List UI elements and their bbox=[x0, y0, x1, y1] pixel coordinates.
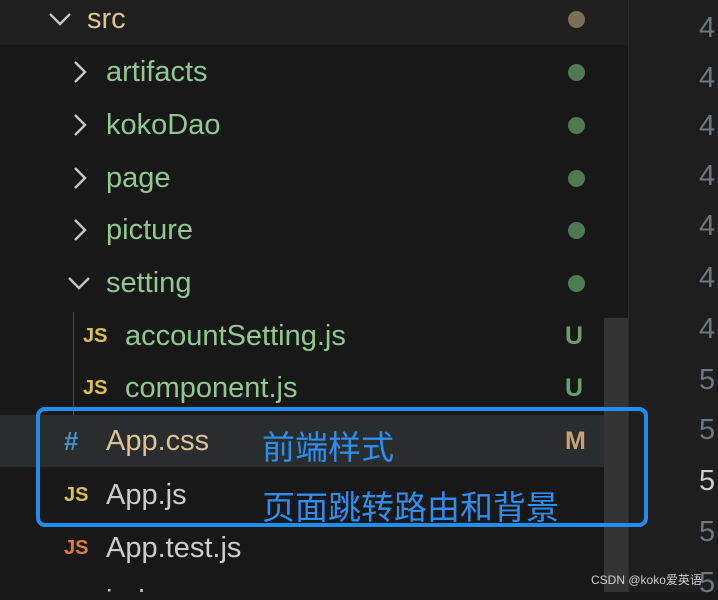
line-number: 5 bbox=[699, 414, 716, 446]
line-number: 4 bbox=[699, 12, 716, 44]
line-number: 4 bbox=[699, 62, 716, 94]
annotation-css-note: 前端样式 bbox=[262, 428, 394, 467]
git-status-badge: U bbox=[565, 373, 584, 402]
folder-label: artifacts bbox=[106, 55, 208, 88]
line-number: 4 bbox=[699, 210, 716, 242]
tree-folder-setting[interactable]: setting bbox=[0, 257, 628, 309]
git-status-dot bbox=[568, 64, 585, 81]
line-number: 5 bbox=[699, 516, 716, 548]
tree-folder-artifacts[interactable]: artifacts bbox=[0, 46, 628, 98]
tree-file-app-test-js[interactable]: JS App.test.js bbox=[0, 522, 628, 574]
line-number: 4 bbox=[699, 313, 716, 345]
tree-folder-kokodao[interactable]: kokoDao bbox=[0, 99, 628, 151]
javascript-file-icon: JS bbox=[83, 324, 108, 347]
git-status-dot bbox=[568, 170, 585, 187]
chevron-right-icon bbox=[67, 59, 93, 85]
chevron-down-icon bbox=[66, 270, 92, 296]
file-label: inde bbox=[106, 585, 161, 593]
tree-file-index[interactable]: # inde bbox=[0, 575, 628, 593]
annotation-js-note: 页面跳转路由和背景 bbox=[262, 488, 559, 527]
line-number: 4 bbox=[699, 110, 716, 142]
chevron-down-icon bbox=[47, 6, 73, 32]
line-number: 4 bbox=[699, 262, 716, 294]
folder-label: picture bbox=[106, 213, 194, 246]
folder-label: page bbox=[106, 161, 171, 194]
tree-file-accountsetting[interactable]: JS accountSetting.js U bbox=[0, 310, 628, 362]
tree-folder-picture[interactable]: picture bbox=[0, 204, 628, 256]
line-number-active: 5 bbox=[699, 465, 716, 497]
folder-label: src bbox=[87, 2, 126, 35]
line-number: 4 bbox=[699, 160, 716, 192]
file-label: accountSetting.js bbox=[125, 319, 346, 352]
git-status-badge: U bbox=[565, 321, 584, 350]
git-status-dot bbox=[568, 117, 585, 134]
folder-label: kokoDao bbox=[106, 108, 221, 141]
git-status-dot bbox=[568, 275, 585, 292]
folder-label: setting bbox=[106, 266, 192, 299]
file-label: App.test.js bbox=[106, 531, 242, 564]
javascript-test-file-icon: JS bbox=[64, 536, 89, 559]
line-number: 5 bbox=[699, 364, 716, 396]
tree-folder-src[interactable]: src bbox=[0, 0, 628, 45]
chevron-right-icon bbox=[67, 217, 93, 243]
chevron-right-icon bbox=[67, 165, 93, 191]
file-label: component.js bbox=[125, 371, 298, 404]
chevron-right-icon bbox=[67, 112, 93, 138]
javascript-file-icon: JS bbox=[83, 376, 108, 399]
watermark: CSDN @koko爱英语 bbox=[591, 573, 702, 587]
css-file-icon: # bbox=[64, 586, 78, 593]
git-status-dot bbox=[568, 222, 585, 239]
tree-folder-page[interactable]: page bbox=[0, 152, 628, 204]
git-status-dot bbox=[568, 11, 585, 28]
